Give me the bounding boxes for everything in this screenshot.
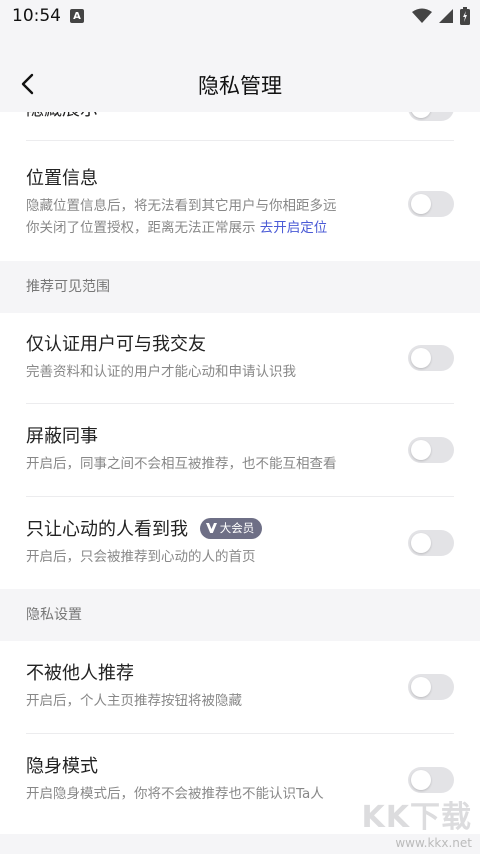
privacy-card: 不被他人推荐 开启后，个人主页推荐按钮将被隐藏 隐身模式 开启隐身模式后，你将不… xyxy=(0,641,480,834)
toggle-knob xyxy=(411,194,431,214)
section-title-privacy: 隐私设置 xyxy=(0,589,480,641)
toggle-knob xyxy=(411,677,431,697)
vip-badge-label: 大会员 xyxy=(219,521,255,535)
enable-location-link[interactable]: 去开启定位 xyxy=(260,220,328,236)
row-desc: 开启后，同事之间不会相互被推荐，也不能互相查看 xyxy=(26,456,337,472)
row-label: 位置信息 xyxy=(26,168,98,189)
settings-list[interactable]: 隐藏展示 位置信息 隐藏位置信息后，将无法看到其它用户与你相距多远 你关闭了位置… xyxy=(0,112,480,854)
stealth-mode-row[interactable]: 隐身模式 开启隐身模式后，你将不会被推荐也不能认识Ta人 xyxy=(26,734,454,834)
cell-signal-icon xyxy=(439,9,453,23)
toggle-knob xyxy=(411,348,431,368)
no-recommend-row[interactable]: 不被他人推荐 开启后，个人主页推荐按钮将被隐藏 xyxy=(26,641,454,734)
row-desc: 开启后，个人主页推荐按钮将被隐藏 xyxy=(26,693,242,709)
row-label: 不被他人推荐 xyxy=(26,663,134,684)
location-toggle[interactable] xyxy=(408,191,454,217)
page-header: 隐私管理 xyxy=(0,54,480,114)
battery-icon xyxy=(460,7,470,25)
row-label: 只让心动的人看到我 大会员 xyxy=(26,497,454,542)
no-recommend-toggle[interactable] xyxy=(408,674,454,700)
visibility-card: 隐藏展示 位置信息 隐藏位置信息后，将无法看到其它用户与你相距多远 你关闭了位置… xyxy=(0,112,480,261)
block-coworkers-row[interactable]: 屏蔽同事 开启后，同事之间不会相互被推荐，也不能互相查看 xyxy=(26,404,454,497)
wifi-icon xyxy=(412,8,432,23)
row-desc: 开启隐身模式后，你将不会被推荐也不能认识Ta人 xyxy=(26,786,324,802)
row-label: 屏蔽同事 xyxy=(26,426,98,447)
page-title: 隐私管理 xyxy=(198,74,282,98)
section-title-recommend: 推荐可见范围 xyxy=(0,261,480,313)
row-label: 仅认证用户可与我交友 xyxy=(26,334,206,355)
location-info-row[interactable]: 位置信息 隐藏位置信息后，将无法看到其它用户与你相距多远 你关闭了位置授权，距离… xyxy=(26,141,454,261)
location-status-text: 你关闭了位置授权，距离无法正常展示 xyxy=(26,220,260,236)
toggle-knob xyxy=(411,440,431,460)
verified-only-row[interactable]: 仅认证用户可与我交友 完善资料和认证的用户才能心动和申请认识我 xyxy=(26,313,454,404)
notification-icon: A xyxy=(70,9,84,23)
hide-display-row[interactable]: 隐藏展示 xyxy=(26,112,454,141)
crush-only-row[interactable]: 只让心动的人看到我 大会员 开启后，只会被推荐到心动的人的首页 xyxy=(26,497,454,589)
vip-badge: 大会员 xyxy=(199,517,263,539)
status-icons xyxy=(412,7,470,25)
stealth-mode-toggle[interactable] xyxy=(408,767,454,793)
vip-v-icon xyxy=(205,523,217,533)
row-desc-line1: 隐藏位置信息后，将无法看到其它用户与你相距多远 xyxy=(26,198,337,214)
row-desc: 完善资料和认证的用户才能心动和申请认识我 xyxy=(26,364,296,380)
toggle-knob xyxy=(411,533,431,553)
toggle-knob xyxy=(411,112,431,118)
toggle-knob xyxy=(411,770,431,790)
status-bar: 10:54 A xyxy=(0,0,480,34)
row-label: 隐藏展示 xyxy=(26,112,454,122)
row-desc-line2: 你关闭了位置授权，距离无法正常展示 去开启定位 xyxy=(26,217,454,239)
block-coworkers-toggle[interactable] xyxy=(408,437,454,463)
crush-only-toggle[interactable] xyxy=(408,530,454,556)
row-desc: 开启后，只会被推荐到心动的人的首页 xyxy=(26,549,256,565)
row-label: 隐身模式 xyxy=(26,756,98,777)
status-time: 10:54 xyxy=(12,6,61,26)
recommend-card: 仅认证用户可与我交友 完善资料和认证的用户才能心动和申请认识我 屏蔽同事 开启后… xyxy=(0,313,480,589)
crush-only-label: 只让心动的人看到我 xyxy=(26,519,188,540)
verified-only-toggle[interactable] xyxy=(408,345,454,371)
